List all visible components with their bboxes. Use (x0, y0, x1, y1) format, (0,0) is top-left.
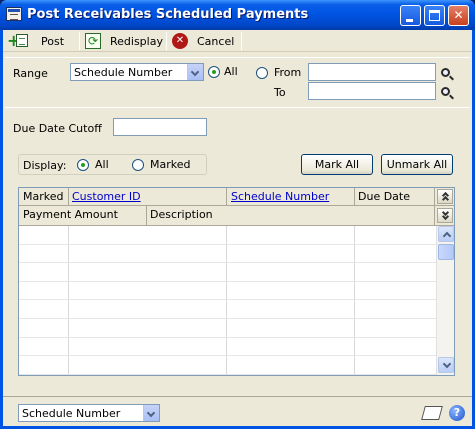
help-icon[interactable]: ? (449, 405, 465, 421)
toolbar: + Post ⟳ Redisplay ✕ Cancel (3, 30, 472, 52)
to-lookup-button[interactable] (436, 82, 454, 100)
range-select[interactable]: Schedule Number (70, 63, 204, 81)
maximize-icon (429, 10, 440, 21)
col-header-payment-amount[interactable]: Payment Amount (23, 208, 118, 221)
minimize-button[interactable] (400, 5, 421, 26)
grid-header-row-1: Marked Customer ID Schedule Number Due D… (19, 188, 454, 206)
chevron-down-icon[interactable] (143, 405, 159, 421)
range-label: Range (13, 67, 48, 80)
col-divider (354, 188, 355, 206)
table-row[interactable] (19, 281, 436, 301)
table-row[interactable] (19, 263, 436, 282)
minimize-icon (406, 19, 413, 22)
app-window: Post Receivables Scheduled Payments ✕ + … (0, 0, 475, 429)
col-divider (434, 206, 435, 226)
table-row[interactable] (19, 318, 436, 338)
due-date-cutoff-label: Due Date Cutoff (13, 122, 102, 135)
col-header-due-date[interactable]: Due Date (358, 190, 410, 203)
window-app-icon (6, 7, 22, 21)
display-all-radio[interactable]: All (77, 158, 109, 171)
mark-all-button[interactable]: Mark All (301, 154, 373, 175)
range-from-radio[interactable]: From (256, 66, 301, 79)
col-divider (434, 188, 435, 206)
redisplay-button[interactable]: ⟳ Redisplay (85, 32, 163, 50)
range-to-input[interactable] (308, 82, 436, 100)
table-row[interactable] (19, 244, 436, 264)
section-divider (5, 57, 470, 58)
scroll-up-icon[interactable] (438, 226, 454, 242)
col-header-schedule-number[interactable]: Schedule Number (231, 190, 329, 203)
grid-scrollbar[interactable] (436, 226, 454, 375)
display-marked-label: Marked (150, 158, 191, 171)
col-header-description[interactable]: Description (150, 208, 213, 221)
note-icon[interactable] (421, 406, 443, 420)
grid-rows (19, 226, 436, 375)
section-divider (5, 107, 470, 108)
radio-selected-icon (77, 158, 89, 171)
cancel-icon: ✕ (172, 33, 188, 49)
scroll-down-icon[interactable] (438, 357, 454, 373)
table-row[interactable] (19, 337, 436, 357)
sort-by-select[interactable]: Schedule Number (18, 404, 160, 422)
table-row[interactable] (19, 300, 436, 319)
due-date-cutoff-input[interactable] (113, 118, 207, 136)
chevron-down-icon[interactable] (187, 64, 203, 80)
range-select-value: Schedule Number (74, 66, 173, 79)
range-to-label: To (274, 86, 286, 99)
cancel-label: Cancel (197, 34, 235, 48)
dialog-body: + Post ⟳ Redisplay ✕ Cancel Range Schedu… (3, 30, 472, 426)
table-row[interactable] (19, 356, 436, 375)
display-marked-radio[interactable]: Marked (132, 158, 190, 171)
table-row[interactable] (19, 226, 436, 245)
toolbar-separator (166, 32, 167, 50)
from-lookup-button[interactable] (436, 63, 454, 81)
unmark-all-button[interactable]: Unmark All (381, 154, 453, 175)
cancel-button[interactable]: ✕ Cancel (172, 32, 234, 50)
magnifier-icon (440, 67, 450, 77)
col-header-customer-id[interactable]: Customer ID (72, 190, 141, 203)
sort-by-value: Schedule Number (22, 407, 121, 420)
toolbar-separator (79, 32, 80, 50)
magnifier-icon (440, 86, 450, 96)
post-button[interactable]: + Post (7, 32, 64, 50)
collapse-rows-icon[interactable] (437, 189, 453, 204)
range-from-label: From (274, 66, 302, 79)
redisplay-icon: ⟳ (85, 33, 101, 49)
close-button[interactable]: ✕ (448, 5, 469, 26)
range-from-input[interactable] (308, 63, 436, 81)
scrollbar-thumb[interactable] (438, 244, 454, 260)
grid-header-row-2: Payment Amount Description (19, 206, 454, 226)
payments-grid: Marked Customer ID Schedule Number Due D… (18, 187, 455, 376)
display-label: Display: (23, 159, 67, 172)
expand-rows-icon[interactable] (437, 208, 453, 223)
range-all-radio[interactable]: All (208, 65, 238, 78)
maximize-button[interactable] (424, 5, 445, 26)
col-divider (68, 188, 69, 206)
window-title: Post Receivables Scheduled Payments (27, 7, 309, 22)
radio-selected-icon (208, 65, 220, 78)
radio-unselected-icon (132, 158, 144, 171)
redisplay-label: Redisplay (110, 34, 163, 48)
radio-unselected-icon (256, 66, 268, 79)
post-label: Post (41, 34, 65, 48)
post-icon: + (7, 33, 29, 49)
col-divider (226, 188, 227, 206)
toolbar-separator (241, 32, 242, 50)
display-all-label: All (95, 158, 109, 171)
status-bar: Schedule Number ? (3, 396, 472, 426)
col-divider (146, 206, 147, 226)
col-header-marked: Marked (23, 190, 64, 203)
title-bar[interactable]: Post Receivables Scheduled Payments ✕ (0, 0, 475, 30)
range-all-label: All (224, 65, 238, 78)
